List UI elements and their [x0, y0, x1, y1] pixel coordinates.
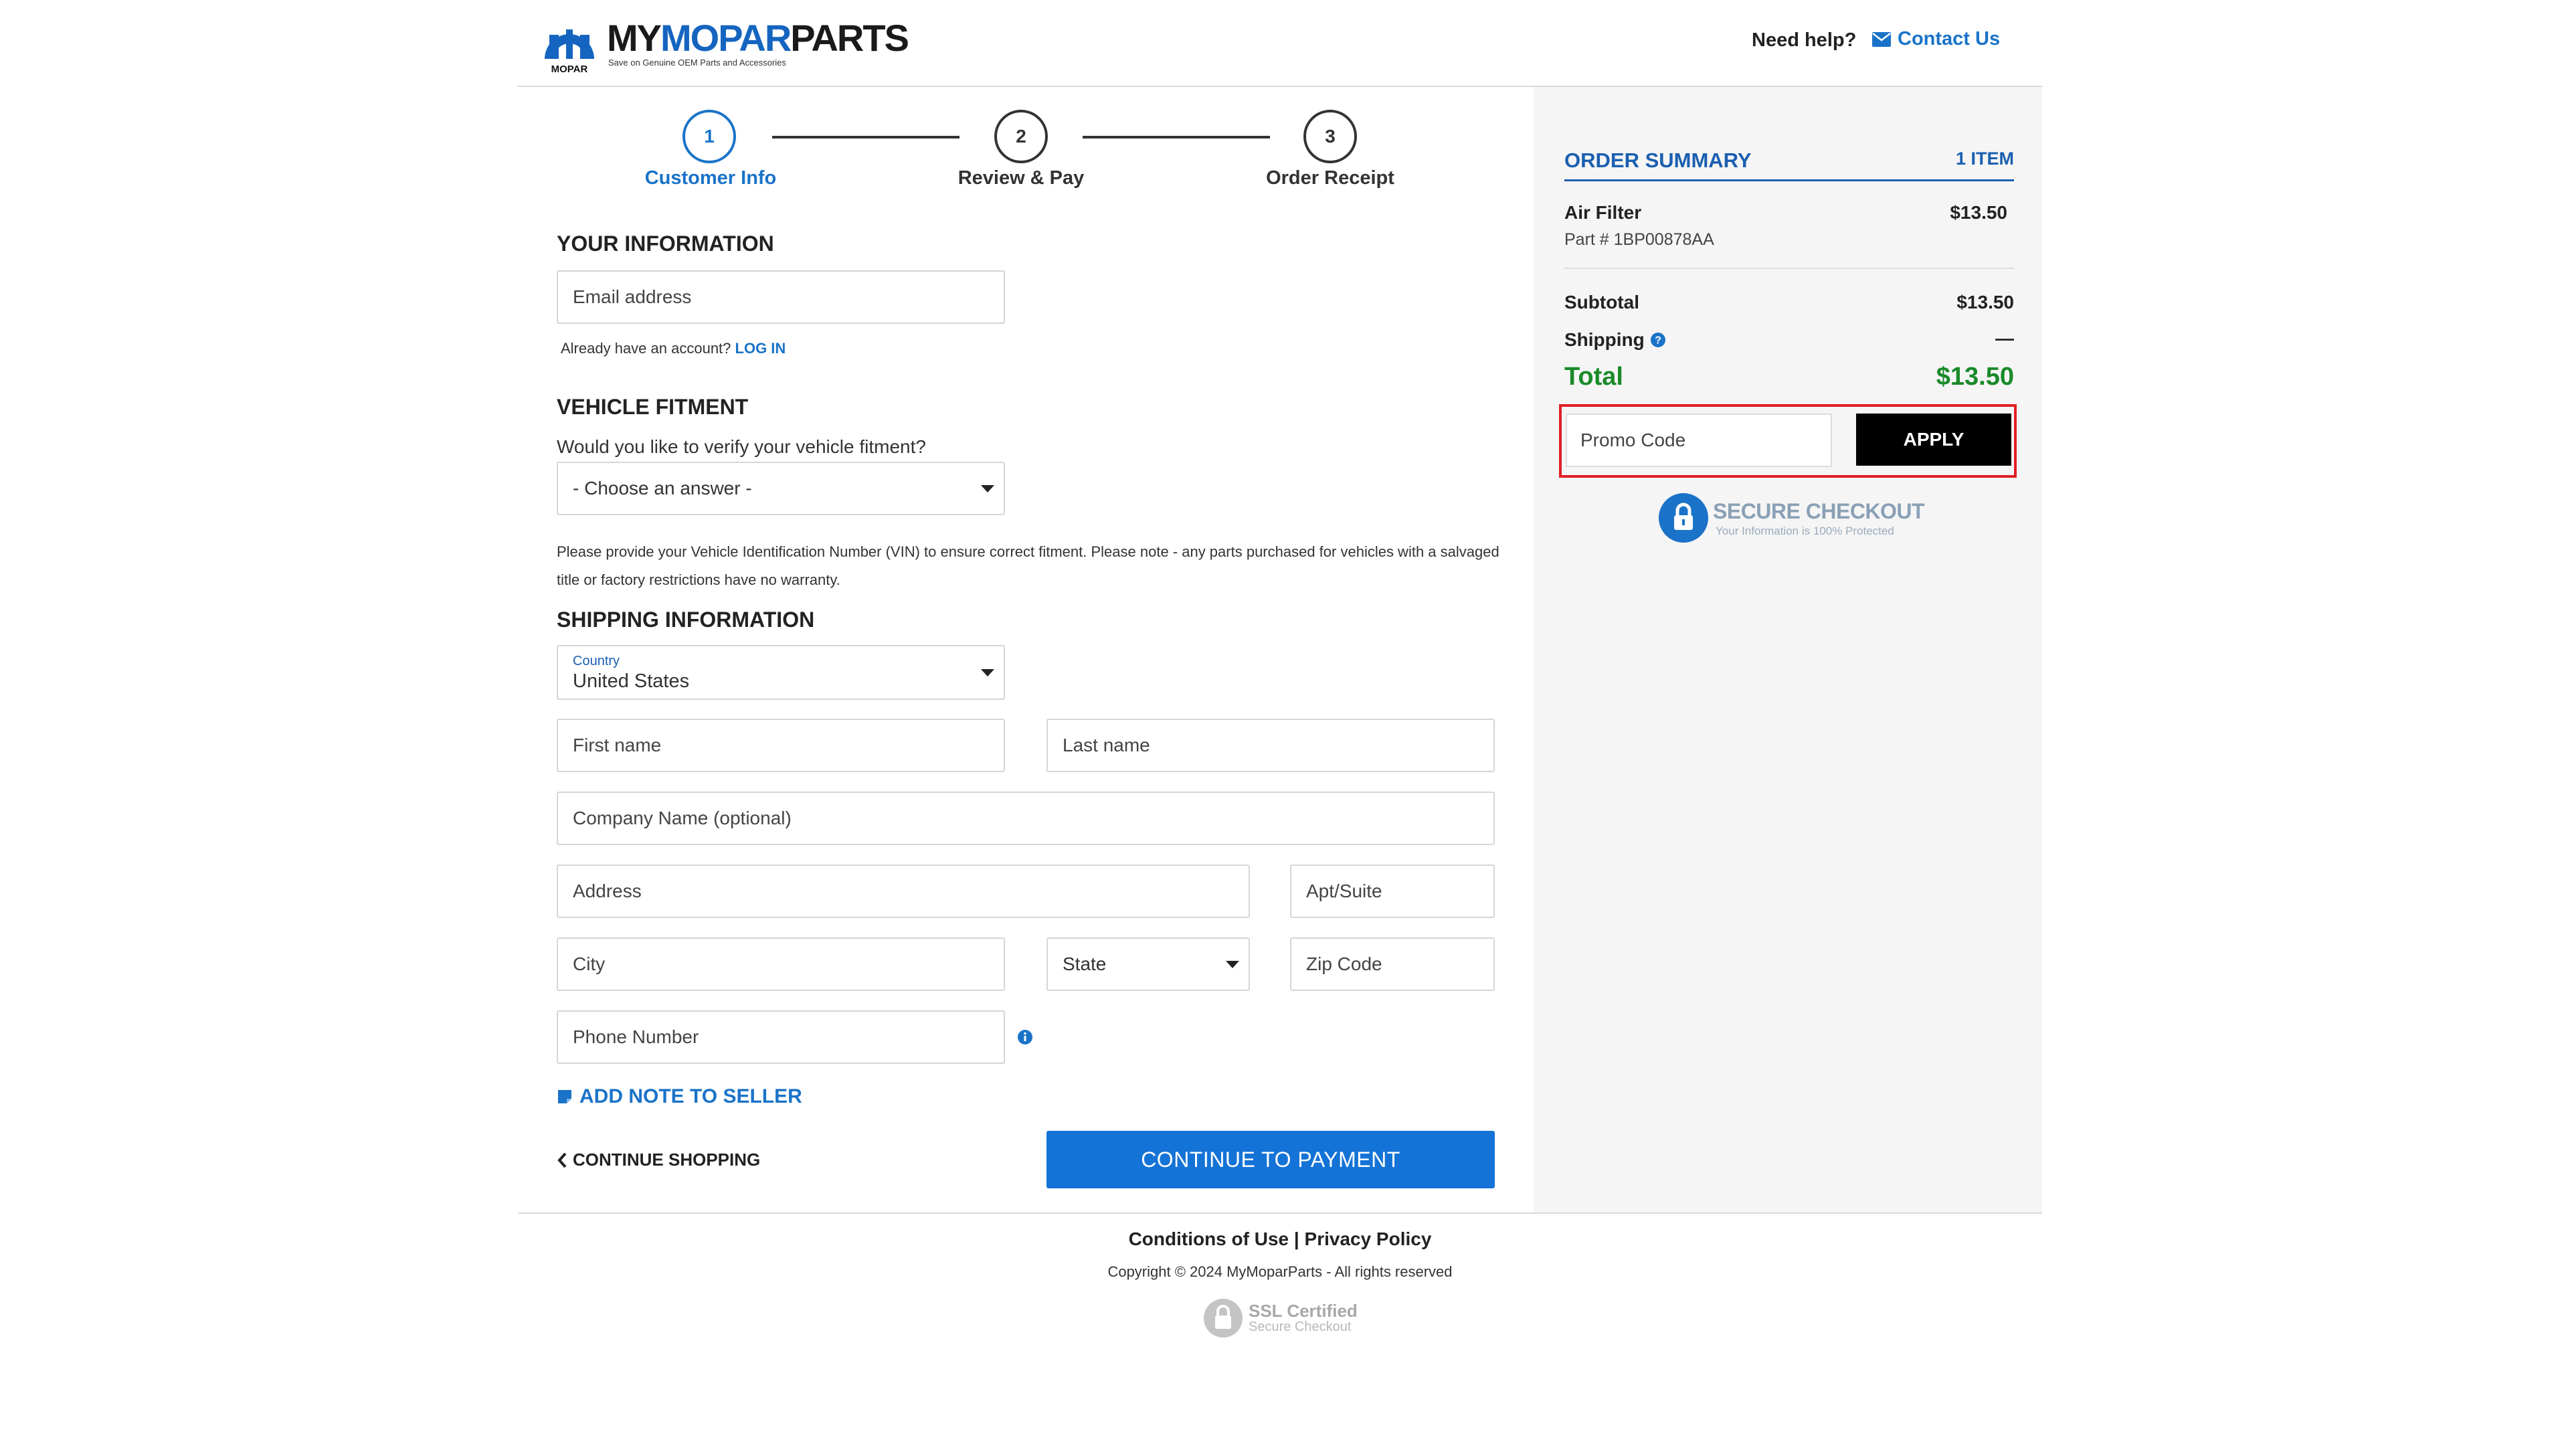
contact-us-label: Contact Us — [1898, 28, 2001, 50]
your-information-heading: YOUR INFORMATION — [557, 232, 774, 256]
country-select[interactable]: Country United States — [557, 645, 1005, 700]
state-select-value: State — [1063, 953, 1107, 974]
chevron-down-icon — [1226, 961, 1239, 968]
total-label: Total — [1564, 363, 1623, 391]
need-help-text: Need help? — [1752, 29, 1857, 51]
add-note-label: ADD NOTE TO SELLER — [579, 1085, 802, 1107]
step-1-label: Customer Info — [644, 167, 777, 189]
footer-links: Conditions of Use | Privacy Policy — [1071, 1228, 1489, 1250]
chevron-down-icon — [981, 669, 994, 676]
apply-promo-button[interactable]: APPLY — [1856, 414, 2011, 466]
order-summary-divider — [1564, 179, 2014, 181]
order-summary-title: ORDER SUMMARY — [1564, 149, 1752, 172]
order-summary-panel — [1534, 87, 2042, 1212]
step-2-label: Review & Pay — [957, 167, 1085, 189]
help-icon[interactable]: ? — [1650, 332, 1666, 348]
footer-divider — [518, 1212, 2042, 1214]
first-name-field[interactable] — [557, 719, 1005, 772]
item-count: 1 ITEM — [1955, 149, 2014, 169]
zip-code-field[interactable] — [1290, 937, 1495, 991]
step-2-circle: 2 — [994, 110, 1048, 163]
logo-mark-text: MOPAR — [551, 64, 588, 75]
country-label: Country — [573, 654, 620, 668]
shipping-row: Shipping ? — [1564, 329, 1666, 351]
apt-suite-field[interactable] — [1290, 864, 1495, 918]
address-field[interactable] — [557, 864, 1250, 918]
secure-checkout-subtitle: Your Information is 100% Protected — [1716, 525, 1894, 537]
fitment-select-value: - Choose an answer - — [573, 478, 752, 498]
step-3-label: Order Receipt — [1266, 167, 1394, 189]
continue-shopping-label: CONTINUE SHOPPING — [573, 1150, 761, 1170]
step-3-circle: 3 — [1303, 110, 1357, 163]
brand-my: MY — [607, 17, 662, 59]
subtotal-value: $13.50 — [1956, 292, 2014, 312]
already-have-account: Already have an account? LOG IN — [561, 340, 786, 357]
total-value: $13.50 — [1936, 363, 2014, 391]
footer-separator: | — [1289, 1228, 1305, 1249]
contact-us-link[interactable]: Contact Us — [1872, 28, 2000, 50]
last-name-field[interactable] — [1046, 719, 1495, 772]
vin-note: Please provide your Vehicle Identificati… — [557, 543, 1499, 588]
log-in-link[interactable]: LOG IN — [735, 340, 786, 357]
city-field[interactable] — [557, 937, 1005, 991]
ssl-lock-icon — [1204, 1299, 1243, 1338]
company-name-field[interactable] — [557, 792, 1495, 845]
svg-text:?: ? — [1655, 335, 1661, 347]
conditions-of-use-link[interactable]: Conditions of Use — [1129, 1228, 1289, 1249]
note-icon — [558, 1090, 571, 1103]
add-note-to-seller-link[interactable]: ADD NOTE TO SELLER — [557, 1085, 802, 1108]
ssl-certified-subtitle: Secure Checkout — [1249, 1320, 1352, 1334]
ssl-certified-title: SSL Certified — [1249, 1301, 1358, 1321]
mopar-logo-icon[interactable]: MOPAR — [541, 15, 598, 75]
cart-item-part-number: Part # 1BP00878AA — [1564, 230, 1714, 249]
step-1-circle: 1 — [682, 110, 736, 163]
vehicle-fitment-heading: VEHICLE FITMENT — [557, 395, 749, 419]
step-connector-1 — [772, 136, 959, 139]
shipping-label: Shipping — [1564, 329, 1645, 350]
privacy-policy-link[interactable]: Privacy Policy — [1305, 1228, 1432, 1249]
subtotal-label: Subtotal — [1564, 292, 1639, 312]
summary-divider — [1564, 268, 2014, 269]
cart-item-name: Air Filter — [1564, 202, 1642, 223]
already-have-account-text: Already have an account? — [561, 340, 731, 357]
continue-shopping-link[interactable]: CONTINUE SHOPPING — [557, 1150, 760, 1170]
promo-code-input[interactable] — [1566, 414, 1832, 467]
phone-number-field[interactable] — [557, 1010, 1005, 1064]
brand-name[interactable]: MYMOPARPARTS — [607, 17, 909, 59]
fitment-question: Would you like to verify your vehicle fi… — [557, 436, 926, 457]
copyright-text: Copyright © 2024 MyMoparParts - All righ… — [1107, 1263, 1453, 1280]
cart-item-price: $13.50 — [1950, 202, 2007, 223]
brand-mopar: MOPAR — [660, 17, 792, 59]
shipping-value: — — [1995, 328, 2014, 349]
fitment-select[interactable]: - Choose an answer - — [557, 462, 1005, 515]
email-field[interactable] — [557, 270, 1005, 324]
chevron-left-icon — [557, 1152, 567, 1168]
state-select[interactable]: State — [1046, 937, 1250, 991]
continue-to-payment-button[interactable]: CONTINUE TO PAYMENT — [1046, 1131, 1495, 1188]
brand-tagline: Save on Genuine OEM Parts and Accessorie… — [608, 58, 786, 68]
envelope-icon — [1872, 31, 1891, 47]
brand-parts: PARTS — [790, 17, 909, 59]
info-icon[interactable] — [1017, 1029, 1033, 1045]
step-connector-2 — [1083, 136, 1270, 139]
lock-icon — [1659, 493, 1708, 543]
chevron-down-icon — [981, 485, 994, 492]
secure-checkout-title: SECURE CHECKOUT — [1713, 499, 1925, 523]
country-value: United States — [573, 670, 690, 692]
shipping-information-heading: SHIPPING INFORMATION — [557, 608, 815, 632]
